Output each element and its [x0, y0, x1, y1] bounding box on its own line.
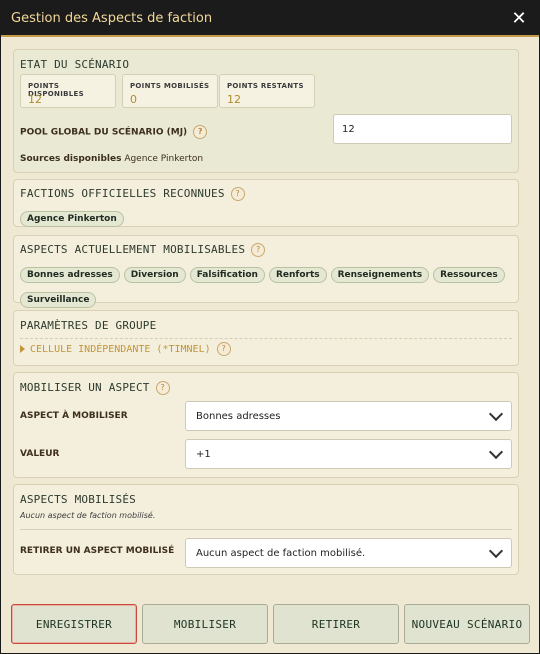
pool-label: POOL GLOBAL DU SCÉNARIO (MJ)? — [20, 125, 208, 139]
independent-cell-label: CELLULE INDÉPENDANTE (*TIMNEL) — [30, 343, 211, 355]
stat-mobilized-points: POINTS MOBILISÉS 0 — [122, 74, 218, 108]
aspects-panel: ASPECTS ACTUELLEMENT MOBILISABLES? Bonne… — [13, 235, 519, 308]
stat-available-points: POINTS DISPONIBLES 12 — [20, 74, 116, 108]
help-icon[interactable]: ? — [216, 342, 231, 356]
caret-right-icon — [20, 345, 25, 353]
factions-title-text: FACTIONS OFFICIELLES RECONNUES — [20, 187, 225, 200]
mobilize-title-text: MOBILISER UN ASPECT — [20, 381, 150, 394]
dialog-titlebar: Gestion des Aspects de faction ✕ — [1, 1, 539, 37]
stat-value: 0 — [130, 93, 137, 106]
dialog-content: ETAT DU SCÉNARIO POINTS DISPONIBLES 12 P… — [5, 41, 537, 591]
stat-label: POINTS RESTANTS — [227, 82, 304, 90]
sources-value: Agence Pinkerton — [124, 154, 204, 164]
remove-button[interactable]: RETIRER — [273, 604, 399, 644]
stat-value: 12 — [28, 93, 42, 106]
aspect-chip: Renforts — [268, 267, 327, 283]
scenario-status-title: ETAT DU SCÉNARIO — [20, 58, 130, 71]
aspect-select[interactable]: Bonnes adresses — [185, 401, 512, 431]
faction-chips: Agence Pinkerton — [20, 206, 512, 231]
scenario-status-panel: ETAT DU SCÉNARIO POINTS DISPONIBLES 12 P… — [13, 49, 519, 173]
aspects-title-text: ASPECTS ACTUELLEMENT MOBILISABLES — [20, 243, 246, 256]
value-select[interactable]: +1 — [185, 439, 512, 469]
aspect-chip: Bonnes adresses — [20, 267, 120, 283]
save-button[interactable]: ENREGISTRER — [11, 604, 137, 644]
mobilize-button[interactable]: MOBILISER — [142, 604, 268, 644]
stat-value: 12 — [227, 93, 241, 106]
help-icon[interactable]: ? — [155, 381, 170, 395]
faction-aspects-dialog: Gestion des Aspects de faction ✕ ETAT DU… — [0, 0, 540, 654]
help-icon[interactable]: ? — [230, 187, 245, 201]
aspect-chip: Surveillance — [20, 292, 97, 308]
factions-title: FACTIONS OFFICIELLES RECONNUES? — [20, 187, 245, 201]
group-title: PARAMÈTRES DE GROUPE — [20, 319, 157, 332]
value-select-value: +1 — [196, 448, 211, 460]
mobilize-panel: MOBILISER UN ASPECT? ASPECT À MOBILISER … — [13, 372, 519, 478]
aspects-title: ASPECTS ACTUELLEMENT MOBILISABLES? — [20, 243, 266, 257]
dialog-title: Gestion des Aspects de faction — [11, 10, 213, 26]
independent-cell-toggle[interactable]: CELLULE INDÉPENDANTE (*TIMNEL)? — [20, 342, 231, 356]
help-icon[interactable]: ? — [193, 125, 208, 139]
group-divider — [20, 338, 512, 339]
aspect-chip: Ressources — [433, 267, 505, 283]
aspect-chip: Diversion — [123, 267, 186, 283]
aspect-chip: Renseignements — [330, 267, 430, 283]
chevron-down-icon — [488, 406, 504, 422]
mobilized-divider — [20, 529, 512, 530]
dialog-footer: ENREGISTRER MOBILISER RETIRER NOUVEAU SC… — [1, 599, 539, 653]
mobilize-title: MOBILISER UN ASPECT? — [20, 381, 170, 395]
factions-panel: FACTIONS OFFICIELLES RECONNUES? Agence P… — [13, 179, 519, 227]
pool-input[interactable]: 12 — [333, 114, 512, 144]
chevron-down-icon — [488, 444, 504, 460]
remove-select[interactable]: Aucun aspect de faction mobilisé. — [185, 538, 512, 568]
group-panel: PARAMÈTRES DE GROUPE CELLULE INDÉPENDANT… — [13, 310, 519, 366]
stat-remaining-points: POINTS RESTANTS 12 — [219, 74, 315, 108]
chevron-down-icon — [488, 543, 504, 559]
value-select-label: VALEUR — [20, 449, 60, 459]
aspect-chip: Falsification — [189, 267, 265, 283]
aspect-select-label: ASPECT À MOBILISER — [20, 411, 128, 421]
pool-label-text: POOL GLOBAL DU SCÉNARIO (MJ) — [20, 127, 188, 138]
stat-label: POINTS MOBILISÉS — [130, 82, 210, 90]
help-icon[interactable]: ? — [251, 243, 266, 257]
sources-line: Sources disponibles Agence Pinkerton — [20, 154, 203, 164]
sources-label: Sources disponibles — [20, 154, 122, 164]
remove-select-label: RETIRER UN ASPECT MOBILISÉ — [20, 546, 175, 556]
aspect-chips: Bonnes adresses Diversion Falsification Ren… — [20, 262, 512, 312]
faction-chip: Agence Pinkerton — [20, 211, 124, 227]
aspect-select-value: Bonnes adresses — [196, 410, 281, 422]
new-scenario-button[interactable]: NOUVEAU SCÉNARIO — [404, 604, 530, 644]
mobilized-title: ASPECTS MOBILISÉS — [20, 493, 136, 506]
mobilized-panel: ASPECTS MOBILISÉS Aucun aspect de factio… — [13, 484, 519, 575]
close-icon[interactable]: ✕ — [509, 8, 529, 29]
remove-select-value: Aucun aspect de faction mobilisé. — [196, 547, 366, 559]
mobilized-empty-text: Aucun aspect de faction mobilisé. — [20, 511, 156, 520]
